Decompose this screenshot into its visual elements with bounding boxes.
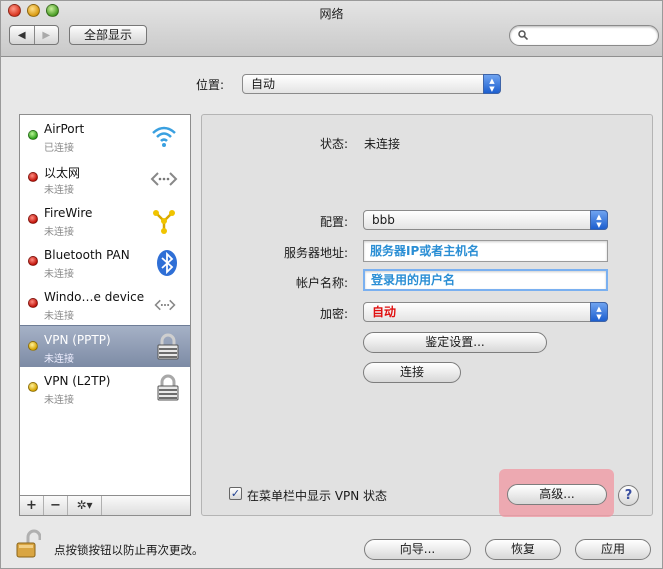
service-name: Bluetooth PAN — [44, 248, 130, 262]
popup-arrows-icon: ▲ ▼ — [483, 74, 501, 94]
server-address-field[interactable]: 服务器IP或者主机名 — [363, 240, 608, 262]
show-vpn-status-checkbox[interactable]: ✓ — [229, 487, 242, 500]
service-status: 未连接 — [44, 269, 74, 280]
encryption-label: 加密: — [319, 307, 348, 321]
vpn-lock-icon — [157, 333, 179, 360]
config-popup[interactable]: bbb ▲ ▼ — [363, 210, 608, 230]
popup-arrows-icon: ▲ ▼ — [590, 302, 608, 322]
advanced-button[interactable]: 高级... — [507, 484, 607, 505]
service-item-bluetooth-pan[interactable]: Bluetooth PAN 未连接 — [20, 241, 190, 283]
encryption-popup[interactable]: 自动 ▲ ▼ — [363, 302, 608, 322]
service-status: 已连接 — [44, 143, 74, 154]
revert-button[interactable]: 恢复 — [485, 539, 561, 560]
status-dot-icon — [28, 130, 38, 140]
authentication-settings-button[interactable]: 鉴定设置... — [363, 332, 547, 353]
service-name: AirPort — [44, 122, 85, 136]
ethernet-icon — [154, 299, 176, 311]
show-vpn-status-label: 在菜单栏中显示 VPN 状态 — [247, 489, 388, 503]
service-status: 未连接 — [44, 227, 74, 238]
toolbar: 网络 ◀ ▶ 全部显示 — [1, 1, 662, 57]
back-forward-control: ◀ ▶ — [9, 25, 59, 45]
status-dot-icon — [28, 298, 38, 308]
location-label: 位置: — [196, 78, 225, 92]
encryption-value: 自动 — [372, 305, 397, 319]
add-service-button[interactable]: + — [20, 496, 44, 515]
ethernet-icon — [150, 172, 178, 186]
network-preferences-window: 网络 ◀ ▶ 全部显示 位置: 自动 ▲ ▼ AirPort 已连接 以太网 未… — [0, 0, 663, 569]
lock-open-icon[interactable] — [15, 529, 41, 559]
service-list: AirPort 已连接 以太网 未连接 FireWire 未连接 Bluetoo… — [19, 114, 191, 516]
config-label: 配置: — [319, 215, 348, 229]
status-label: 状态: — [319, 137, 348, 151]
firewire-icon — [153, 210, 175, 234]
service-name: VPN (L2TP) — [44, 374, 111, 388]
status-value: 未连接 — [364, 137, 401, 151]
window-title: 网络 — [319, 7, 344, 21]
status-dot-icon — [28, 172, 38, 182]
help-button[interactable]: ? — [618, 485, 639, 506]
service-item-vpn-pptp[interactable]: VPN (PPTP) 未连接 — [20, 325, 190, 367]
popup-arrows-icon: ▲ ▼ — [590, 210, 608, 230]
search-input[interactable] — [509, 25, 659, 46]
config-value: bbb — [372, 213, 395, 227]
vpn-lock-icon — [157, 374, 179, 401]
gear-icon[interactable]: ✲▾ — [68, 496, 102, 515]
service-item-airport[interactable]: AirPort 已连接 — [20, 115, 190, 157]
wifi-icon — [152, 126, 176, 147]
account-name-field[interactable]: 登录用的用户名 — [363, 269, 608, 291]
remove-service-button[interactable]: − — [44, 496, 68, 515]
service-list-controls: + − ✲▾ — [19, 495, 191, 516]
lock-hint-text: 点按锁按钮以防止再次更改。 — [54, 543, 204, 557]
connect-button[interactable]: 连接 — [363, 362, 461, 383]
assist-me-button[interactable]: 向导... — [364, 539, 471, 560]
status-dot-icon — [28, 382, 38, 392]
service-status: 未连接 — [44, 185, 74, 196]
status-dot-icon — [28, 341, 38, 351]
search-icon — [518, 30, 528, 40]
service-status: 未连接 — [44, 311, 74, 322]
service-item-vpn-l2tp[interactable]: VPN (L2TP) 未连接 — [20, 367, 190, 409]
service-name: 以太网 — [44, 166, 81, 180]
service-name: Windo…e device — [44, 290, 145, 304]
service-name: VPN (PPTP) — [44, 333, 111, 347]
service-status: 未连接 — [44, 354, 74, 365]
bluetooth-icon — [157, 250, 177, 276]
forward-button[interactable]: ▶ — [35, 26, 59, 44]
location-value: 自动 — [251, 77, 276, 91]
back-button[interactable]: ◀ — [10, 26, 35, 44]
service-status: 未连接 — [44, 395, 74, 406]
service-item-ethernet[interactable]: 以太网 未连接 — [20, 157, 190, 199]
location-popup[interactable]: 自动 ▲ ▼ — [242, 74, 501, 94]
service-item-windows-device[interactable]: Windo…e device 未连接 — [20, 283, 190, 325]
show-all-button[interactable]: 全部显示 — [69, 25, 147, 45]
apply-button[interactable]: 应用 — [575, 539, 651, 560]
server-address-label: 服务器地址: — [283, 246, 348, 260]
service-item-firewire[interactable]: FireWire 未连接 — [20, 199, 190, 241]
service-name: FireWire — [44, 206, 93, 220]
status-dot-icon — [28, 214, 38, 224]
status-dot-icon — [28, 256, 38, 266]
account-name-label: 帐户名称: — [295, 276, 348, 290]
